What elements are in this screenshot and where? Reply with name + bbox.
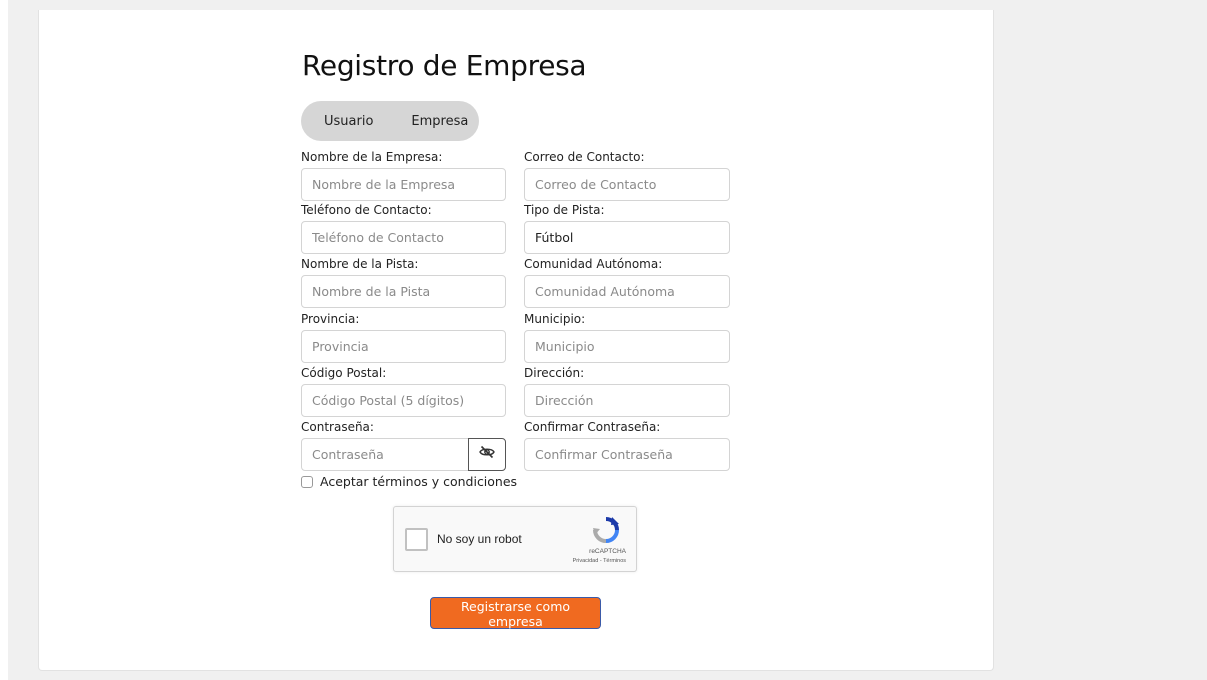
court-name-label: Nombre de la Pista: [301,257,419,271]
terms-row: Aceptar términos y condiciones [301,474,517,489]
municipality-label: Municipio: [524,312,586,326]
contact-email-input[interactable] [524,168,730,201]
confirm-password-label: Confirmar Contraseña: [524,420,661,434]
terms-checkbox[interactable] [301,475,313,488]
contact-phone-input[interactable] [301,221,506,254]
region-input[interactable] [524,275,730,308]
toggle-user-option[interactable]: Usuario [324,114,373,129]
account-type-toggle: Usuario Empresa [301,101,479,141]
contact-phone-label: Teléfono de Contacto: [301,203,432,217]
password-input[interactable] [301,438,469,471]
company-name-input[interactable] [301,168,506,201]
password-visibility-toggle[interactable] [468,438,506,471]
postal-code-label: Código Postal: [301,366,387,380]
court-name-input[interactable] [301,275,506,308]
password-label: Contraseña: [301,420,374,434]
province-input[interactable] [301,330,506,363]
recaptcha-links[interactable]: Privacidad - Términos [573,558,626,564]
recaptcha-label: No soy un robot [437,532,522,546]
register-company-button[interactable]: Registrarse como empresa [430,597,601,629]
postal-code-input[interactable] [301,384,506,417]
province-label: Provincia: [301,312,360,326]
municipality-input[interactable] [524,330,730,363]
court-type-label: Tipo de Pista: [524,203,605,217]
region-label: Comunidad Autónoma: [524,257,663,271]
recaptcha-logo-icon [592,516,620,549]
contact-email-label: Correo de Contacto: [524,150,645,164]
court-type-select[interactable] [524,221,730,254]
recaptcha-checkbox[interactable] [405,528,428,551]
company-name-label: Nombre de la Empresa: [301,150,443,164]
address-label: Dirección: [524,366,585,380]
recaptcha-widget: No soy un robot reCAPTCHA Privacidad - T… [393,506,637,572]
page-edge [0,0,8,680]
page-title: Registro de Empresa [302,49,587,82]
toggle-company-option[interactable]: Empresa [411,114,468,129]
eye-slash-icon [479,445,495,464]
terms-label[interactable]: Aceptar términos y condiciones [320,474,517,489]
recaptcha-brand: reCAPTCHA [589,548,626,555]
confirm-password-input[interactable] [524,438,730,471]
address-input[interactable] [524,384,730,417]
